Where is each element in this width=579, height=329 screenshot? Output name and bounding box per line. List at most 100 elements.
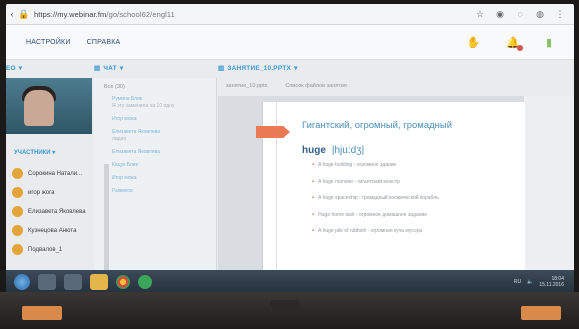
video-panel-label: ЕО <box>6 64 16 72</box>
participant-name: Подвалов_1 <box>28 246 63 253</box>
example-text: Huge home task - огромное домашнее задан… <box>318 211 428 218</box>
chat-message: Кицук Блик <box>94 156 216 169</box>
user-icon <box>12 187 23 198</box>
participant-name: игор жога <box>28 189 55 196</box>
document-icon: ▥ <box>218 65 225 72</box>
chat-author: Елизавета Яковлева <box>112 129 160 135</box>
example-text: A huge monster - гигантский монстр <box>318 178 400 185</box>
bullet-icon: ▪ <box>312 228 315 234</box>
chat-author: Елизавета Яковлева <box>112 149 160 155</box>
browser-address-bar: ‹ 🔒 https://my.webinar.fm/go/school62/en… <box>6 4 574 25</box>
clock[interactable]: 18:04 15.11.2016 <box>539 276 564 288</box>
tab-file[interactable]: занятие_10.pptx <box>226 83 267 89</box>
notification-bell-icon[interactable]: 🔔 <box>506 36 523 51</box>
example-text: A huge pile of rubbish - огромная куча м… <box>318 228 423 234</box>
video-panel-header[interactable]: ЕО ▾ <box>6 60 94 76</box>
language-indicator[interactable]: RU <box>514 279 521 285</box>
extension-icon-2[interactable]: ◌ <box>514 8 526 20</box>
arrow-tag-icon <box>256 126 290 138</box>
participants-header[interactable]: УЧАСТНИКИ ▾ <box>6 149 94 161</box>
settings-menu[interactable]: НАСТРОЙКИ <box>26 39 71 46</box>
more-icon[interactable]: ⋮ <box>554 8 566 20</box>
example-list: ▪ A huge building - огромное здание ▪ A hug… <box>312 162 502 245</box>
bullet-icon: ▪ <box>312 211 315 218</box>
laptop-foot-right <box>521 306 561 320</box>
example-text: A huge spaceship - громадный космический… <box>318 195 439 201</box>
chat-message: Игор можа <box>94 169 216 182</box>
example-item: ▪ A huge building - огромное здание <box>312 162 502 169</box>
laptop-logo <box>270 300 300 308</box>
url-field[interactable]: https://my.webinar.fm/go/school62/engl11 <box>34 10 175 19</box>
url-host: https://my.webinar.fm <box>34 9 107 19</box>
participant-item[interactable]: Подвалов_1 <box>6 240 106 259</box>
english-word: huge |hju:dʒ| <box>302 145 364 156</box>
chat-message: Руминa Блик Я эту заменила на 10 одну <box>94 90 216 110</box>
url-path: /go/school62/engl11 <box>106 9 175 19</box>
chat-message: Рыжиков <box>94 182 216 195</box>
app-header: НАСТРОЙКИ СПРАВКА ✋ 🔔 ▮ <box>6 25 574 60</box>
back-icon[interactable]: ‹ <box>6 8 18 20</box>
webcam-person <box>24 90 54 126</box>
participant-item[interactable]: Елизавета Яковлева <box>6 202 106 221</box>
participants-label: УЧАСТНИКИ <box>14 150 51 156</box>
chat-message: Елизавета Яковлева ладно <box>94 123 216 143</box>
chat-filter[interactable]: Все (30) <box>94 78 216 90</box>
user-icon <box>12 244 23 255</box>
taskbar-app-green[interactable] <box>138 275 152 289</box>
bullet-icon: ▪ <box>312 178 315 185</box>
volume-icon[interactable]: 🔈 <box>527 279 533 285</box>
chat-text: Я эту заменила на 10 одну <box>112 103 175 109</box>
lock-icon: 🔒 <box>18 8 30 19</box>
chat-author: Игор можа <box>112 116 137 122</box>
taskbar-app-media[interactable] <box>64 274 82 290</box>
example-text: A huge building - огромное здание <box>318 162 397 168</box>
system-tray: RU 🔈 18:04 15.11.2016 <box>514 276 574 288</box>
webcam-video <box>6 78 92 134</box>
example-item: ▪ A huge monster - гигантский монстр <box>312 179 502 186</box>
taskbar-app-chrome[interactable] <box>116 275 130 289</box>
bullet-icon: ▪ <box>312 195 315 201</box>
word: huge <box>302 145 326 156</box>
laptop-foot-left <box>22 306 62 320</box>
participant-name: Кузнецова Анюта <box>28 227 77 234</box>
user-icon <box>12 225 23 236</box>
clock-date: 15.11.2016 <box>539 282 564 288</box>
participant-item[interactable]: Кузнецова Анюта <box>6 221 106 240</box>
lesson-panel-header[interactable]: ▥ ЗАНЯТИЕ_10.PPTX ▾ <box>218 60 574 76</box>
tab-file-list[interactable]: Список файлов занятия <box>285 83 346 89</box>
chat-author: Руминa Блик <box>112 96 143 102</box>
chevron-down-icon: ▾ <box>18 65 23 72</box>
chevron-down-icon: ▾ <box>52 150 56 156</box>
chat-author: Кицук Блик <box>112 162 138 168</box>
laptop-screen: ‹ 🔒 https://my.webinar.fm/go/school62/en… <box>6 4 574 294</box>
participant-item[interactable]: игор жога <box>6 183 106 202</box>
profile-icon[interactable]: ◍ <box>534 8 546 20</box>
example-item: ▪ A huge spaceship - громадный космически… <box>312 195 502 202</box>
chevron-down-icon: ▾ <box>119 65 124 72</box>
transcription: |hju:dʒ| <box>331 145 365 156</box>
chat-panel-header[interactable]: ▤ ЧАТ ▾ <box>94 60 212 76</box>
taskbar-app-folder[interactable] <box>90 274 108 290</box>
bullet-icon: ▪ <box>312 162 315 168</box>
chevron-down-icon: ▾ <box>294 65 298 72</box>
extension-icon[interactable]: ◉ <box>494 8 506 20</box>
example-item: ▪ Huge home task - огромное домашнее зада… <box>312 212 502 219</box>
slide-side-area <box>524 96 574 270</box>
lesson-panel-label: ЗАНЯТИЕ_10.PPTX <box>227 64 292 72</box>
connection-signal-icon: ▮ <box>545 36 552 49</box>
chat-panel: Все (30) Руминa Блик Я эту заменила на 10… <box>94 78 217 270</box>
start-button[interactable] <box>14 274 30 290</box>
participant-item[interactable]: Сорокина Натали... <box>6 164 106 183</box>
star-icon[interactable]: ☆ <box>474 8 486 20</box>
user-icon <box>12 206 23 217</box>
participant-name: Елизавета Яковлева <box>28 208 86 215</box>
taskbar-app-explorer[interactable] <box>38 274 56 290</box>
chat-message-list: Руминa Блик Я эту заменила на 10 одну Игор… <box>94 90 216 195</box>
panel-scrollbar[interactable] <box>104 164 109 270</box>
chat-author: Рыжиков <box>112 188 133 194</box>
help-menu[interactable]: СПРАВКА <box>87 39 121 46</box>
chat-message: Игор можа <box>94 110 216 123</box>
windows-taskbar: RU 🔈 18:04 15.11.2016 <box>6 270 574 294</box>
raise-hand-icon[interactable]: ✋ <box>467 36 481 49</box>
chat-author: Игор можа <box>112 175 137 181</box>
